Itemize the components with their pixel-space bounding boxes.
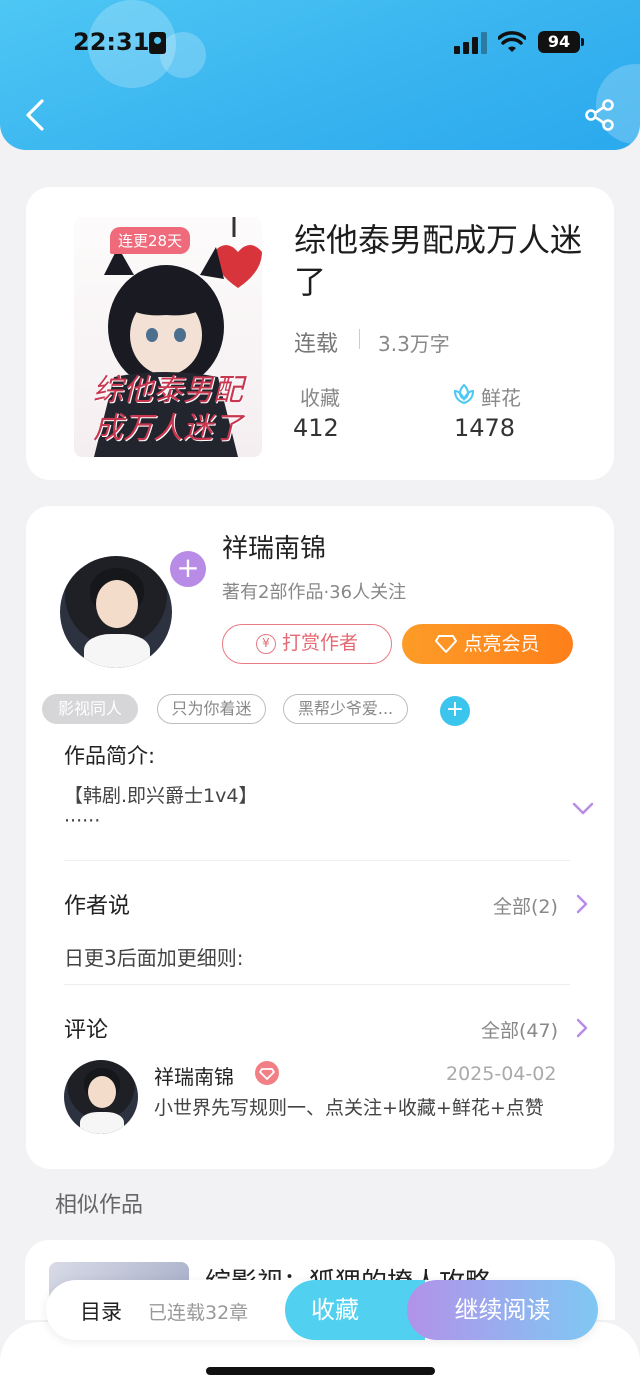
tag-item[interactable]: 只为你着迷 xyxy=(157,694,266,724)
cover-badge: 连更28天 xyxy=(110,227,191,254)
signal-icon xyxy=(454,32,488,54)
chevron-right-icon[interactable] xyxy=(576,1018,588,1038)
author-note-heading: 作者说 xyxy=(64,894,131,919)
book-status: 连载 xyxy=(294,332,339,357)
vip-membership-button[interactable]: 点亮会员 xyxy=(402,624,573,664)
divider xyxy=(359,329,360,349)
table-of-contents-button[interactable]: 目录 xyxy=(80,1296,122,1326)
intro-heading: 作品简介: xyxy=(64,744,156,768)
book-title: 综他泰男配成万人迷了 xyxy=(294,221,583,301)
book-cover[interactable]: 连更28天 综他泰男配 成万人迷了 xyxy=(74,217,262,457)
tag-item[interactable]: 影视同人 xyxy=(42,694,138,724)
book-info-card: 连更28天 综他泰男配 成万人迷了 综他泰男配成万人迷了 连载 3.3万字 收藏… xyxy=(26,187,614,480)
bottom-action-bar: 目录 已连载32章 收藏 继续阅读 xyxy=(46,1280,598,1340)
commenter-name[interactable]: 祥瑞南锦 xyxy=(154,1061,234,1090)
intro-text: 【韩剧.即兴爵士1v4】 xyxy=(64,785,258,807)
word-count: 3.3万字 xyxy=(378,332,450,356)
id-card-icon xyxy=(149,32,166,54)
reward-author-label: 打赏作者 xyxy=(281,632,358,654)
author-note-text: 日更3后面加更细则: xyxy=(64,946,244,970)
top-header: 22:31 94 xyxy=(0,0,640,150)
follow-plus-button[interactable]: + xyxy=(167,548,209,590)
commenter-avatar[interactable] xyxy=(64,1060,138,1134)
divider xyxy=(64,860,570,861)
comment-text: 小世界先写规则一、点关注+收藏+鲜花+点赞 xyxy=(154,1097,544,1119)
author-meta: 著有2部作品·36人关注 xyxy=(222,582,407,603)
coin-icon: ¥ xyxy=(255,634,276,654)
continue-reading-button[interactable]: 继续阅读 xyxy=(407,1280,598,1340)
favorite-button[interactable]: 收藏 xyxy=(285,1280,425,1340)
back-arrow-icon[interactable] xyxy=(22,98,48,132)
intro-ellipsis: ······ xyxy=(64,810,101,832)
battery-indicator: 94 xyxy=(538,31,584,53)
comments-all-link[interactable]: 全部(47) xyxy=(481,1016,558,1043)
share-icon[interactable] xyxy=(584,98,616,132)
cover-title-line2: 成万人迷了 xyxy=(93,411,243,446)
author-note-all-link[interactable]: 全部(2) xyxy=(493,892,558,919)
favorites-count: 412 xyxy=(293,414,339,442)
comments-heading: 评论 xyxy=(64,1018,109,1043)
favorites-label: 收藏 xyxy=(300,386,340,410)
reward-author-button[interactable]: ¥ 打赏作者 xyxy=(222,624,392,664)
flower-icon xyxy=(453,383,475,405)
author-detail-card: + 祥瑞南锦 著有2部作品·36人关注 ¥ 打赏作者 点亮会员 影视同人 只为你着… xyxy=(26,506,614,1169)
flowers-count: 1478 xyxy=(454,414,516,442)
comment-date: 2025-04-02 xyxy=(446,1063,557,1085)
status-time: 22:31 xyxy=(73,28,150,56)
flowers-label: 鲜花 xyxy=(481,386,521,410)
decor-bubble xyxy=(160,32,206,78)
author-name[interactable]: 祥瑞南锦 xyxy=(222,528,326,565)
add-tag-button[interactable]: + xyxy=(440,696,470,726)
vip-badge-icon xyxy=(255,1061,279,1085)
divider xyxy=(64,984,570,985)
author-avatar[interactable] xyxy=(60,556,172,668)
vip-membership-label: 点亮会员 xyxy=(463,633,540,655)
chapter-progress: 已连载32章 xyxy=(148,1302,249,1324)
chevron-right-icon[interactable] xyxy=(576,894,588,914)
wifi-icon xyxy=(498,31,526,52)
similar-heading: 相似作品 xyxy=(55,1193,144,1218)
tag-item[interactable]: 黑帮少爷爱... xyxy=(283,694,408,724)
diamond-icon xyxy=(435,635,458,653)
home-indicator xyxy=(206,1367,435,1375)
chevron-down-icon[interactable] xyxy=(572,802,594,816)
